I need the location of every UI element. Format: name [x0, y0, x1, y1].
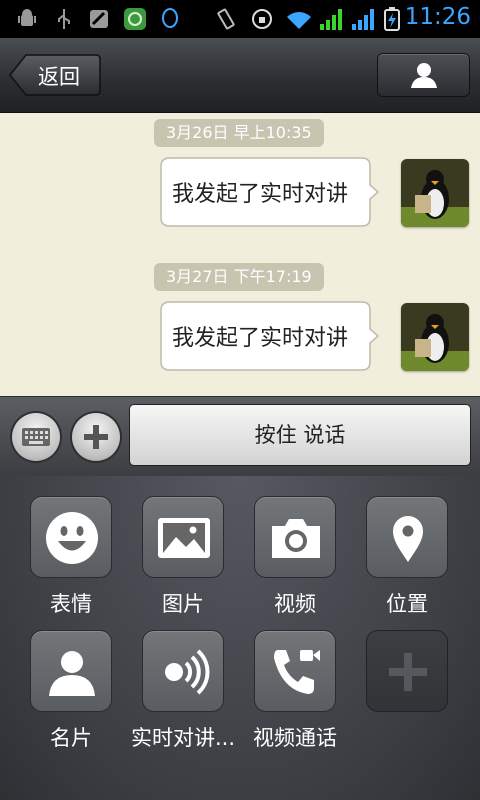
android-debug-icon [18, 9, 36, 26]
app-notification-icon [124, 8, 146, 30]
hold-to-talk-button[interactable]: 按住 说话 [129, 404, 471, 466]
walkie-talkie-tile[interactable] [142, 630, 224, 712]
person-icon [411, 63, 437, 88]
location-label: 位置 [386, 592, 428, 616]
more-actions-button[interactable] [72, 413, 120, 461]
status-bar: 11:26 [0, 0, 480, 38]
wifi-icon [287, 12, 311, 29]
image-tile[interactable] [142, 496, 224, 578]
signal-icon [320, 9, 342, 30]
status-time: 11:26 [404, 4, 471, 30]
timestamp-badge: 3月27日 下午17:19 [154, 263, 324, 291]
title-bar: 返回 [0, 38, 480, 113]
emoji-tile[interactable] [30, 496, 112, 578]
video-tile[interactable] [254, 496, 336, 578]
location-pin-icon [393, 516, 423, 562]
sd-card-icon [90, 10, 108, 28]
battery-charging-icon [384, 7, 400, 31]
usb-icon [58, 9, 70, 29]
chat-area[interactable]: 3月26日 早上10:35 我发起了实时对讲 3月27日 下午17:19 我发起… [0, 113, 480, 396]
rotation-lock-icon [252, 9, 272, 29]
contact-card-label: 名片 [50, 726, 92, 750]
message-text: 我发起了实时对讲 [172, 182, 349, 207]
smiley-icon [46, 512, 98, 564]
avatar[interactable] [401, 159, 469, 227]
keyboard-toggle-button[interactable] [12, 413, 60, 461]
add-icon [389, 653, 427, 691]
walkie-talkie-icon [165, 649, 210, 695]
message-bubble[interactable]: 我发起了实时对讲 [160, 301, 379, 371]
add-more-tile[interactable] [366, 630, 448, 712]
walkie-talkie-label: 实时对讲... [130, 726, 236, 750]
message-text: 我发起了实时对讲 [172, 326, 349, 351]
image-icon [158, 518, 210, 558]
location-tile[interactable] [366, 496, 448, 578]
contact-info-button[interactable] [377, 53, 470, 97]
camera-icon [272, 519, 320, 558]
emoji-label: 表情 [50, 592, 92, 616]
back-button[interactable]: 返回 [8, 53, 102, 97]
timestamp-badge: 3月26日 早上10:35 [154, 119, 324, 147]
penguin-avatar-icon [401, 159, 469, 227]
video-call-tile[interactable] [254, 630, 336, 712]
plus-icon [84, 425, 108, 449]
keyboard-icon [22, 428, 50, 446]
vibrate-icon [217, 8, 235, 30]
back-label: 返回 [38, 65, 80, 89]
video-call-label: 视频通话 [253, 726, 337, 750]
contact-card-icon [49, 651, 95, 696]
video-label: 视频 [274, 592, 316, 616]
video-call-icon [274, 650, 320, 694]
avatar[interactable] [401, 303, 469, 371]
message-bubble[interactable]: 我发起了实时对讲 [160, 157, 379, 227]
signal-icon-2 [352, 9, 374, 30]
input-bar: 按住 说话 [0, 396, 480, 477]
qq-icon [162, 8, 178, 28]
penguin-avatar-icon [401, 303, 469, 371]
image-label: 图片 [162, 592, 204, 616]
attachment-panel: 表情 图片 视频 位置 名片 实时对讲... 视频通话 [0, 476, 480, 800]
contact-card-tile[interactable] [30, 630, 112, 712]
